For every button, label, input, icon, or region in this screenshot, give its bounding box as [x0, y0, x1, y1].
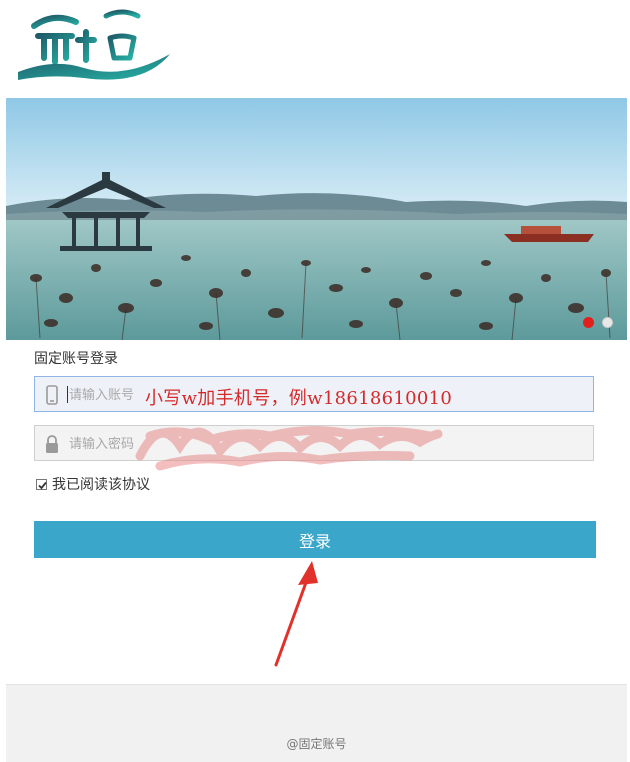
agreement-row[interactable]: 我已阅读该协议: [36, 474, 150, 494]
west-lake-photo: [6, 98, 627, 340]
login-button[interactable]: 登录: [34, 521, 596, 558]
login-title: 固定账号登录: [34, 351, 118, 367]
annotation-note: 小写w加手机号，例w18618610010: [145, 388, 453, 409]
agreement-label: 我已阅读该协议: [52, 477, 150, 493]
carousel-dots: [583, 317, 613, 328]
agreement-checkbox[interactable]: [36, 478, 47, 490]
annotation-arrow-icon: [274, 561, 318, 667]
carousel-dot-2[interactable]: [602, 317, 613, 328]
footer: @固定账号: [6, 684, 627, 762]
carousel-dot-1[interactable]: [583, 317, 594, 328]
lock-icon: [46, 435, 58, 453]
check-icon: [38, 481, 47, 489]
city-logo-icon: [18, 9, 170, 80]
logo: [14, 6, 174, 86]
footer-text: @固定账号: [286, 737, 347, 751]
phone-icon: [46, 385, 58, 405]
banner-carousel[interactable]: [6, 98, 627, 340]
